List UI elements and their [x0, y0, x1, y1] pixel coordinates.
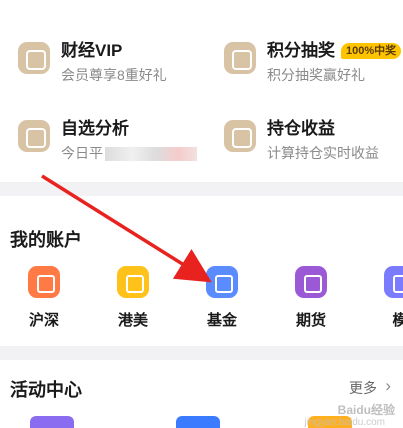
feature-title: 自选分析	[61, 119, 129, 138]
account-simulation[interactable]: 模	[370, 266, 403, 330]
vip-icon	[18, 42, 50, 74]
blurred-text	[105, 147, 197, 162]
account-label: 港美	[117, 312, 148, 329]
futures-icon	[295, 266, 327, 298]
features-card: 财经VIP 会员尊享8重好礼 积分抽奖 100%中奖 积分抽奖赢好礼 自选分析 今…	[0, 0, 403, 182]
simulation-icon	[384, 266, 403, 298]
activity-icon[interactable]	[176, 416, 220, 428]
activity-icon[interactable]	[30, 416, 74, 428]
activity-title: 活动中心	[10, 380, 82, 400]
lottery-icon	[224, 42, 256, 74]
feature-title: 积分抽奖	[267, 41, 335, 60]
feature-analysis[interactable]: 自选分析 今日平	[18, 118, 197, 163]
account-gangmei[interactable]: 港美	[103, 266, 163, 330]
watermark-url: jingyan.baidu.com	[304, 417, 385, 428]
promo-badge: 100%中奖	[341, 43, 402, 59]
account-label: 模	[392, 312, 403, 329]
account-label: 基金	[206, 312, 237, 329]
feature-subtitle: 计算持仓实时收益	[267, 145, 379, 161]
feature-subtitle: 积分抽奖赢好礼	[267, 67, 365, 83]
account-futures[interactable]: 期货	[281, 266, 341, 330]
my-accounts-title: 我的账户	[10, 230, 82, 250]
account-fund[interactable]: 基金	[192, 266, 252, 330]
account-label: 沪深	[28, 312, 59, 329]
account-label: 期货	[295, 312, 326, 329]
feature-vip[interactable]: 财经VIP 会员尊享8重好礼	[18, 40, 167, 85]
more-link[interactable]: 更多	[349, 378, 377, 398]
chevron-right-icon[interactable]: ›	[385, 376, 391, 396]
account-hushen[interactable]: 沪深	[14, 266, 74, 330]
feature-holdings[interactable]: 持仓收益 计算持仓实时收益	[224, 118, 379, 163]
watermark: Baidu经验	[337, 403, 395, 417]
hushen-icon	[28, 266, 60, 298]
analysis-icon	[18, 120, 50, 152]
feature-subtitle: 今日平	[61, 145, 103, 161]
feature-title: 持仓收益	[267, 119, 335, 138]
feature-lottery[interactable]: 积分抽奖 100%中奖 积分抽奖赢好礼	[224, 40, 402, 85]
gangmei-icon	[117, 266, 149, 298]
holdings-icon	[224, 120, 256, 152]
fund-icon	[206, 266, 238, 298]
feature-subtitle: 会员尊享8重好礼	[61, 67, 167, 83]
feature-title: 财经VIP	[61, 41, 123, 60]
